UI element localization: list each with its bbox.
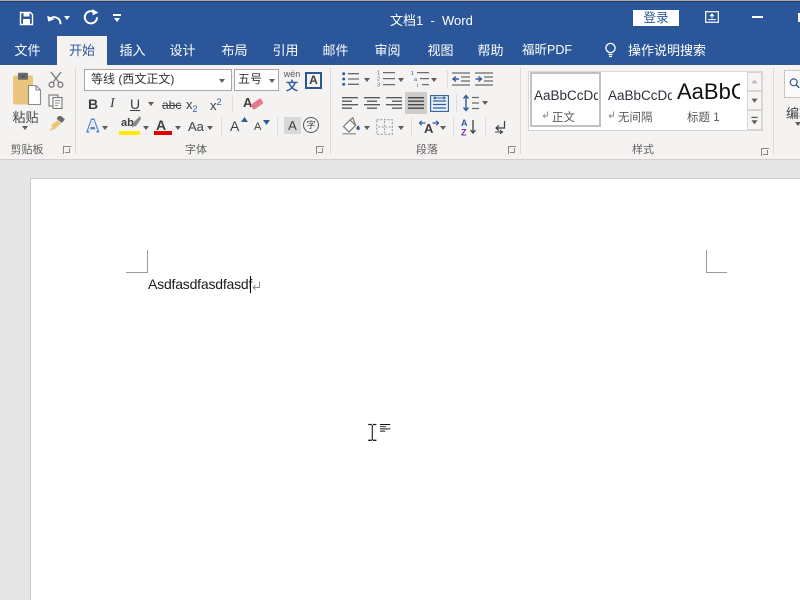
svg-text:Z: Z [461, 128, 467, 137]
svg-text:3: 3 [377, 83, 380, 87]
svg-text:i: i [417, 83, 418, 87]
svg-text:A: A [461, 118, 468, 128]
